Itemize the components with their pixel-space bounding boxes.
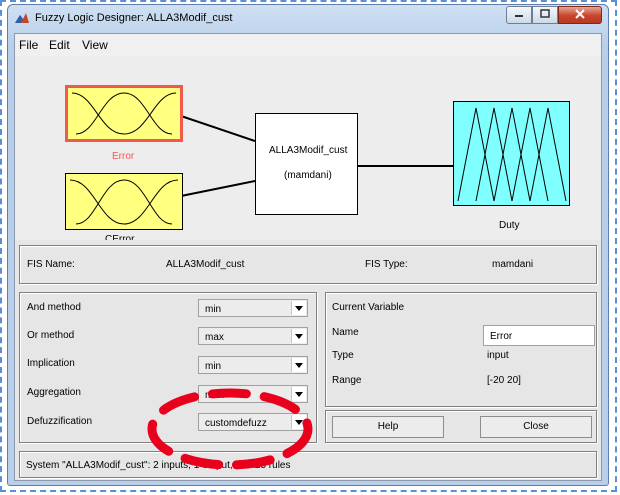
menu-file[interactable]: File	[19, 38, 38, 52]
methods-group: And method min Or method max Implication…	[19, 292, 317, 443]
and-method-select[interactable]: min	[198, 299, 308, 317]
close-button[interactable]	[558, 6, 602, 24]
input-error-block[interactable]	[65, 85, 183, 142]
variable-name-label: Name	[332, 327, 359, 338]
dropdown-arrow-icon	[291, 387, 306, 401]
help-button[interactable]: Help	[332, 416, 444, 438]
title-bar[interactable]: Fuzzy Logic Designer: ALLA3Modif_cust	[8, 5, 608, 33]
or-method-select[interactable]: max	[198, 327, 308, 345]
buttons-group: Help Close	[325, 410, 597, 443]
matlab-icon	[14, 12, 30, 26]
defuzzification-value: customdefuzz	[205, 418, 267, 429]
or-method-value: max	[205, 332, 224, 343]
implication-value: min	[205, 361, 222, 372]
minimize-button[interactable]	[506, 6, 532, 24]
maximize-button[interactable]	[532, 6, 558, 24]
menu-bar: File Edit View	[15, 34, 601, 56]
fis-name-value: ALLA3Modif_cust	[166, 259, 245, 270]
status-text: System "ALLA3Modif_cust": 2 inputs, 1 ou…	[26, 460, 291, 471]
close-dialog-button[interactable]: Close	[480, 416, 592, 438]
variable-name-value: Error	[490, 331, 513, 342]
fis-info-group: FIS Name: ALLA3Modif_cust FIS Type: mamd…	[19, 245, 597, 284]
current-variable-heading: Current Variable	[332, 302, 405, 313]
membership-functions-icon	[69, 179, 179, 225]
dropdown-arrow-icon	[291, 415, 306, 429]
implication-select[interactable]: min	[198, 356, 308, 374]
fis-type-value: mamdani	[492, 259, 534, 270]
input-error-label: Error	[112, 151, 135, 162]
maximize-icon	[540, 8, 550, 22]
variable-name-field[interactable]: Error	[483, 325, 595, 346]
system-type: (mamdani)	[284, 170, 332, 181]
client-area: File Edit View Error ALLA3Modif_cust (ma…	[14, 33, 602, 481]
output-duty-block[interactable]	[453, 101, 570, 206]
input-cerror-block[interactable]	[65, 173, 183, 230]
aggregation-select[interactable]: max	[198, 385, 308, 403]
defuzzification-label: Defuzzification	[27, 416, 93, 427]
or-method-label: Or method	[27, 330, 75, 341]
system-name: ALLA3Modif_cust	[269, 145, 348, 156]
menu-view[interactable]: View	[82, 38, 108, 52]
dropdown-arrow-icon	[291, 301, 306, 315]
current-variable-group: Current Variable Name Error Type input R…	[325, 292, 597, 407]
menu-edit[interactable]: Edit	[49, 38, 70, 52]
fis-name-label: FIS Name:	[27, 259, 75, 270]
implication-label: Implication	[27, 358, 75, 369]
fis-diagram: Error CError ALLA3Modif_cust (mamdani)	[15, 56, 601, 245]
minimize-icon	[514, 9, 524, 22]
variable-type-value: input	[487, 350, 509, 361]
membership-functions-icon	[71, 92, 177, 135]
properties-panel: FIS Name: ALLA3Modif_cust FIS Type: mamd…	[15, 240, 601, 480]
dropdown-arrow-icon	[291, 358, 306, 372]
and-method-value: min	[205, 304, 222, 315]
variable-type-label: Type	[332, 350, 354, 361]
status-bar: System "ALLA3Modif_cust": 2 inputs, 1 ou…	[19, 451, 597, 478]
fuzzy-logic-designer-window: Fuzzy Logic Designer: ALLA3Modif_cust Fi…	[7, 4, 609, 486]
variable-range-value: [-20 20]	[487, 375, 521, 386]
window-title: Fuzzy Logic Designer: ALLA3Modif_cust	[35, 12, 233, 24]
aggregation-label: Aggregation	[27, 387, 81, 398]
close-icon	[575, 8, 585, 22]
variable-range-label: Range	[332, 375, 362, 386]
fis-system-block[interactable]: ALLA3Modif_cust (mamdani)	[255, 113, 358, 215]
fis-type-label: FIS Type:	[365, 259, 408, 270]
membership-functions-icon	[457, 107, 567, 202]
and-method-label: And method	[27, 302, 81, 313]
defuzzification-select[interactable]: customdefuzz	[198, 413, 308, 431]
aggregation-value: max	[205, 390, 224, 401]
dropdown-arrow-icon	[291, 329, 306, 343]
output-duty-label: Duty	[499, 220, 520, 231]
